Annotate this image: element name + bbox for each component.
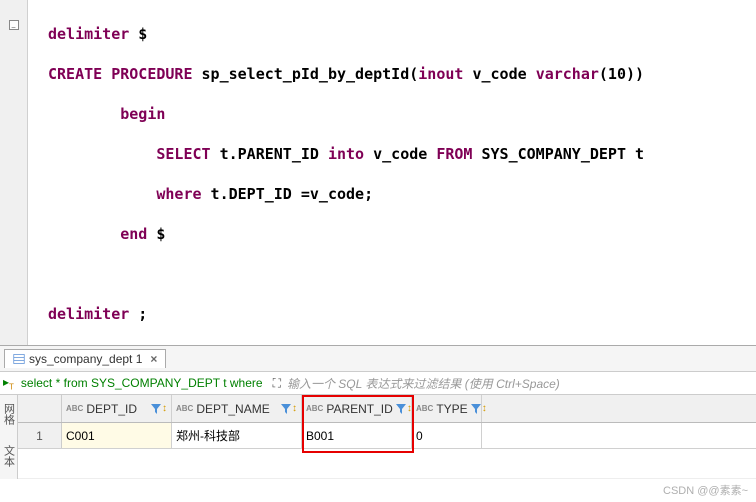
expand-icon[interactable]: ⛶ bbox=[267, 376, 287, 391]
row-number[interactable]: 1 bbox=[18, 423, 62, 448]
keyword: delimiter bbox=[48, 25, 129, 43]
table-icon bbox=[13, 353, 25, 365]
filter-icon[interactable] bbox=[471, 404, 481, 414]
grid-corner bbox=[18, 395, 62, 422]
filter-query-text: select * from SYS_COMPANY_DEPT t where bbox=[17, 376, 267, 390]
editor-gutter: − bbox=[0, 0, 28, 345]
code-content[interactable]: delimiter $ CREATE PROCEDURE sp_select_p… bbox=[28, 0, 756, 345]
grid-side-tabs: 网格 文本 bbox=[0, 395, 18, 479]
results-tab-bar: sys_company_dept 1 × bbox=[0, 345, 756, 371]
cell-deptname[interactable]: 郑州-科技部 bbox=[172, 423, 302, 448]
sql-indicator-icon: ▸T bbox=[0, 375, 17, 391]
keyword: CREATE PROCEDURE bbox=[48, 65, 193, 83]
code-editor[interactable]: − delimiter $ CREATE PROCEDURE sp_select… bbox=[0, 0, 756, 345]
cell-type[interactable]: 0 bbox=[412, 423, 482, 448]
filter-icon[interactable] bbox=[396, 404, 406, 414]
filter-input[interactable]: 输入一个 SQL 表达式来过滤结果 (使用 Ctrl+Space) bbox=[287, 375, 756, 392]
col-header-parentid[interactable]: ABCPARENT_ID ↕ bbox=[302, 395, 412, 422]
tab-label: sys_company_dept 1 bbox=[29, 352, 142, 366]
result-tab[interactable]: sys_company_dept 1 × bbox=[4, 349, 166, 368]
filter-bar: ▸T select * from SYS_COMPANY_DEPT t wher… bbox=[0, 371, 756, 395]
side-tab-text[interactable]: 文本 bbox=[1, 445, 17, 467]
col-header-deptname[interactable]: ABCDEPT_NAME ↕ bbox=[172, 395, 302, 422]
close-icon[interactable]: × bbox=[150, 352, 157, 366]
watermark-text: CSDN @@素素~ bbox=[663, 482, 748, 498]
grid-header-row: ABCDEPT_ID ↕ ABCDEPT_NAME ↕ ABCPARENT_ID… bbox=[18, 395, 756, 423]
table-row[interactable]: 1 C001 郑州-科技部 B001 0 bbox=[18, 423, 756, 449]
side-tab-grid[interactable]: 网格 bbox=[1, 403, 17, 425]
cell-deptid[interactable]: C001 bbox=[62, 423, 172, 448]
sort-icon[interactable]: ↕ bbox=[482, 403, 487, 414]
results-grid: ABCDEPT_ID ↕ ABCDEPT_NAME ↕ ABCPARENT_ID… bbox=[18, 395, 756, 479]
fold-marker-icon[interactable]: − bbox=[9, 20, 19, 30]
sort-icon[interactable]: ↕ bbox=[292, 403, 297, 414]
sort-icon[interactable]: ↕ bbox=[162, 403, 167, 414]
filter-icon[interactable] bbox=[151, 404, 161, 414]
type-badge-abc: ABC bbox=[66, 404, 83, 413]
col-header-deptid[interactable]: ABCDEPT_ID ↕ bbox=[62, 395, 172, 422]
cell-parentid[interactable]: B001 bbox=[302, 423, 412, 448]
col-header-type[interactable]: ABCTYPE ↕ bbox=[412, 395, 482, 422]
filter-icon[interactable] bbox=[281, 404, 291, 414]
